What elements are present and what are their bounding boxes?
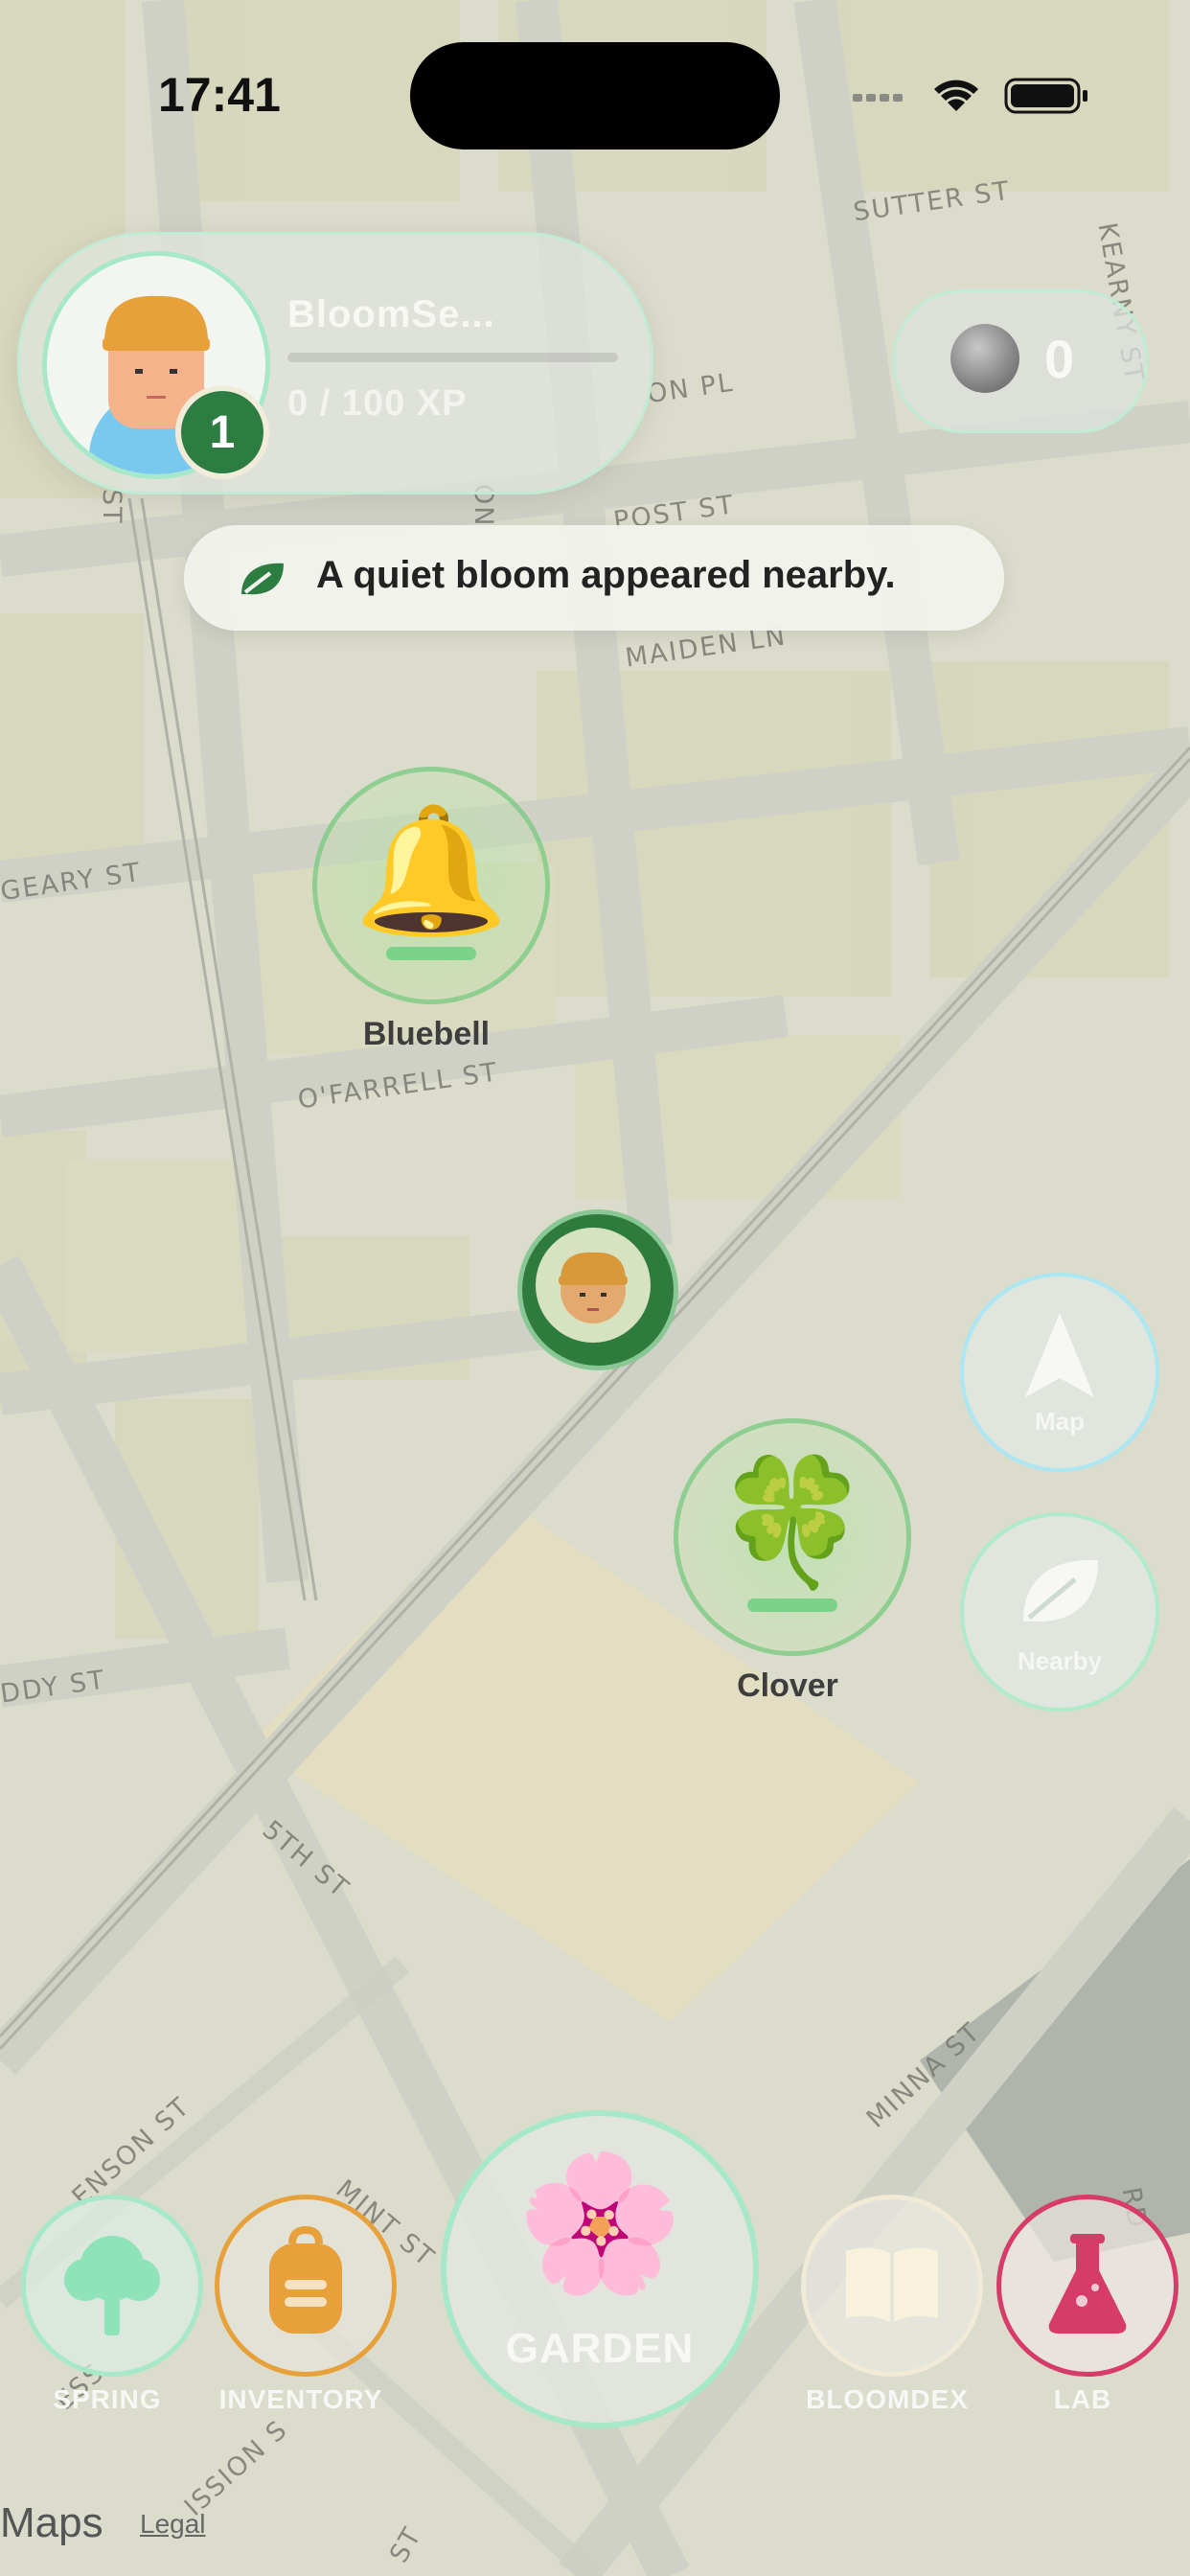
player-location-marker[interactable] [517, 1209, 678, 1370]
xp-text: 0 / 100 XP [287, 383, 468, 424]
toast-message: A quiet bloom appeared nearby. [316, 554, 896, 596]
maps-attribution: Maps [0, 2499, 103, 2546]
marker-health-bar [386, 947, 476, 960]
backpack-icon [269, 2226, 342, 2334]
inventory-button[interactable] [215, 2195, 397, 2377]
book-icon [846, 2247, 938, 2322]
bloomdex-label: BLOOMDEX [806, 2384, 969, 2414]
legal-link[interactable]: Legal [140, 2509, 206, 2540]
player-name: BloomSe... [287, 293, 495, 335]
garden-label: GARDEN [505, 2325, 695, 2372]
map-button-label: Map [1035, 1407, 1085, 1436]
navigation-arrow-icon [1025, 1313, 1094, 1397]
nearby-button[interactable]: Nearby [960, 1512, 1159, 1712]
signal-icon [853, 94, 903, 102]
flask-icon [1048, 2234, 1127, 2334]
flower-marker-bluebell[interactable]: 🔔 [312, 767, 550, 1004]
xp-progress-bar [287, 353, 618, 362]
coin-counter[interactable] [893, 289, 1148, 433]
level-badge: 1 [175, 385, 269, 479]
four-leaf-clover-icon: 🍀 [715, 1452, 870, 1592]
battery-icon [1004, 78, 1087, 114]
spring-button[interactable] [21, 2195, 203, 2377]
flower-marker-clover[interactable]: 🍀 [674, 1418, 911, 1656]
player-avatar-icon [536, 1228, 651, 1343]
spring-label: SPRING [53, 2384, 162, 2414]
coin-icon [950, 324, 1019, 393]
flower-label-bluebell: Bluebell [362, 1016, 491, 1052]
lab-button[interactable] [996, 2195, 1179, 2377]
inventory-label: INVENTORY [218, 2384, 383, 2414]
lab-label: LAB [1053, 2384, 1112, 2414]
wifi-icon [934, 80, 978, 111]
garden-button[interactable]: 🌸 GARDEN [441, 2110, 759, 2428]
status-icons [853, 78, 1087, 114]
street-label: ST [97, 489, 126, 525]
bell-icon: 🔔 [354, 800, 509, 940]
marker-health-bar [747, 1598, 837, 1612]
status-time: 17:41 [158, 68, 281, 122]
cherry-blossom-icon: 🌸 [515, 2148, 684, 2298]
leaf-icon [241, 563, 284, 595]
flower-label-clover: Clover [737, 1668, 838, 1704]
coin-count: 0 [1044, 329, 1075, 389]
map-recenter-button[interactable]: Map [960, 1273, 1159, 1472]
tree-icon [64, 2236, 160, 2335]
bloomdex-button[interactable] [801, 2195, 983, 2377]
leaf-icon [1023, 1559, 1098, 1622]
nearby-button-label: Nearby [1017, 1646, 1103, 1675]
notification-toast[interactable]: A quiet bloom appeared nearby. [184, 525, 1004, 631]
dynamic-island [410, 42, 780, 150]
